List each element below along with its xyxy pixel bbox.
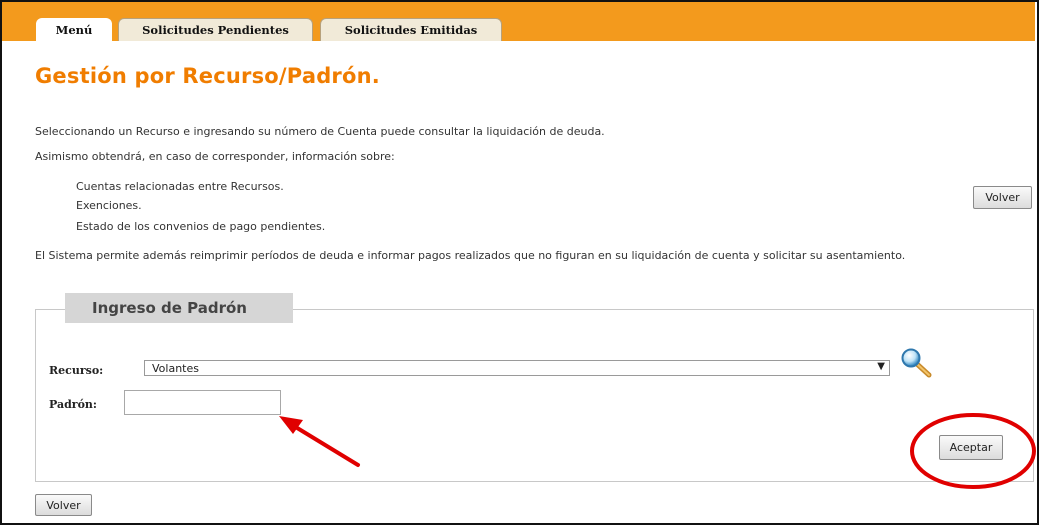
- intro-paragraph-2: Asimismo obtendrá, en caso de correspond…: [35, 150, 395, 163]
- padron-input[interactable]: [124, 390, 281, 415]
- fieldset-legend: Ingreso de Padrón: [65, 293, 293, 323]
- info-item: Exenciones.: [76, 199, 142, 212]
- recurso-selected-value: Volantes: [152, 362, 199, 375]
- intro-paragraph-3: El Sistema permite además reimprimir per…: [35, 249, 906, 262]
- recurso-select[interactable]: Volantes ▼: [144, 360, 890, 376]
- recurso-label: Recurso:: [49, 364, 104, 377]
- intro-paragraph-1: Seleccionando un Recurso e ingresando su…: [35, 125, 605, 138]
- volver-button-top[interactable]: Volver: [973, 186, 1032, 209]
- tab-solicitudes-emitidas[interactable]: Solicitudes Emitidas: [320, 18, 502, 41]
- info-item: Cuentas relacionadas entre Recursos.: [76, 180, 284, 193]
- dropdown-arrow-icon: ▼: [877, 361, 885, 372]
- annotation-circle-icon: [910, 413, 1036, 489]
- search-icon[interactable]: [899, 348, 933, 378]
- tab-solicitudes-pendientes[interactable]: Solicitudes Pendientes: [118, 18, 313, 41]
- padron-label: Padrón:: [49, 398, 97, 411]
- page-title: Gestión por Recurso/Padrón.: [35, 64, 380, 88]
- annotation-arrow-icon: [279, 416, 360, 467]
- tab-menu[interactable]: Menú: [36, 18, 112, 42]
- volver-button-bottom[interactable]: Volver: [35, 494, 92, 516]
- info-item: Estado de los convenios de pago pendient…: [76, 220, 326, 233]
